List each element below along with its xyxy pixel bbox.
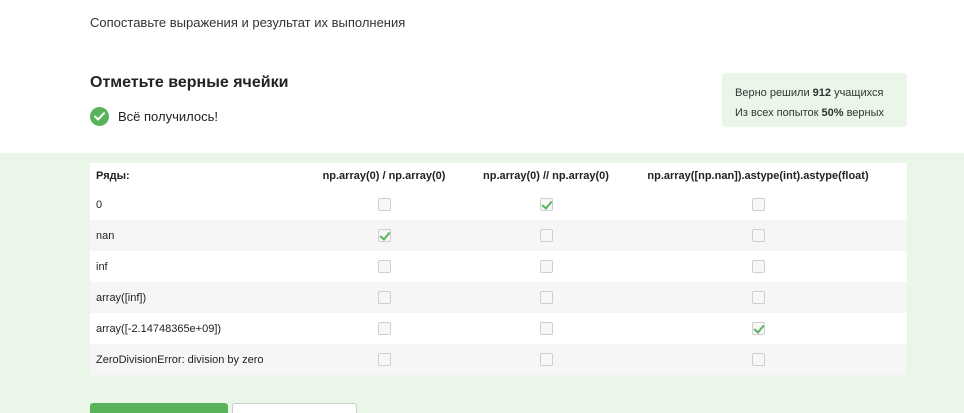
- row-label: array([-2.14748365e+09]): [96, 322, 222, 335]
- question-title: Отметьте верные ячейки: [90, 74, 289, 91]
- rows-header: Ряды:: [96, 170, 130, 182]
- checkmark-circle-icon: [90, 107, 109, 126]
- column-header: np.array([np.nan]).astype(int).astype(fl…: [647, 170, 869, 182]
- matrix-cell: [285, 251, 483, 282]
- matrix-cell: [609, 251, 907, 282]
- checkbox[interactable]: [751, 291, 765, 304]
- matrix-cell: [483, 220, 609, 251]
- matrix-cell: [483, 313, 609, 344]
- matrix-cell: [285, 313, 483, 344]
- checked-checkbox[interactable]: [539, 198, 553, 211]
- solved-suffix: учащихся: [831, 87, 884, 99]
- attempts-suffix: верных: [843, 107, 885, 119]
- matrix-cell: [609, 282, 907, 313]
- matrix-cell: [285, 220, 483, 251]
- stats-panel: Верно решили 912 учащихся Из всех попыто…: [722, 73, 907, 127]
- submit-button[interactable]: [90, 403, 228, 413]
- attempts-percent: 50%: [821, 107, 844, 119]
- matrix-cell: [483, 282, 609, 313]
- row-label: ZeroDivisionError: division by zero: [90, 344, 285, 375]
- matrix-cell: [285, 282, 483, 313]
- matrix-cell: [609, 344, 907, 375]
- checkbox[interactable]: [377, 198, 391, 211]
- checkbox[interactable]: [539, 260, 553, 273]
- checkbox[interactable]: [539, 291, 553, 304]
- checked-checkbox[interactable]: [751, 322, 765, 335]
- column-header: np.array(0) // np.array(0): [483, 170, 609, 182]
- matching-table: Ряды: np.array(0) / np.array(0) np.array…: [90, 163, 907, 375]
- checkbox[interactable]: [751, 353, 765, 366]
- matrix-cell: [609, 220, 907, 251]
- matrix-cell: [483, 344, 609, 375]
- row-label: inf: [96, 260, 108, 273]
- checkbox[interactable]: [377, 322, 391, 335]
- secondary-button[interactable]: [232, 403, 357, 413]
- status-text: Всё получилось!: [118, 109, 218, 124]
- matrix-cell: [483, 251, 609, 282]
- checkbox[interactable]: [377, 291, 391, 304]
- table-row: array([-2.14748365e+09]): [90, 313, 907, 344]
- checkbox[interactable]: [539, 322, 553, 335]
- table-header-row: Ряды: np.array(0) / np.array(0) np.array…: [90, 163, 907, 189]
- table-row: inf: [90, 251, 907, 282]
- task-instruction: Сопоставьте выражения и результат их вып…: [90, 15, 406, 30]
- column-header: np.array(0) / np.array(0): [322, 170, 446, 182]
- table-row: array([inf]): [90, 282, 907, 313]
- checkbox[interactable]: [377, 353, 391, 366]
- checkbox[interactable]: [751, 260, 765, 273]
- matrix-cell: [609, 189, 907, 220]
- solved-stat: Верно решили 912 учащихся: [735, 83, 907, 103]
- table-row: nan: [90, 220, 907, 251]
- checkbox[interactable]: [377, 260, 391, 273]
- checkbox[interactable]: [539, 229, 553, 242]
- matrix-cell: [609, 313, 907, 344]
- row-label: 0: [96, 198, 103, 211]
- table-row: ZeroDivisionError: division by zero: [90, 344, 907, 375]
- row-label: nan: [90, 220, 285, 251]
- solved-count: 912: [812, 87, 832, 99]
- matrix-cell: [483, 189, 609, 220]
- matrix-cell: [285, 344, 483, 375]
- table-row: 0: [90, 189, 907, 220]
- row-label: array([inf]): [90, 282, 285, 313]
- matrix-cell: [285, 189, 483, 220]
- checkbox[interactable]: [751, 229, 765, 242]
- solved-prefix: Верно решили: [735, 87, 813, 99]
- attempts-stat: Из всех попыток 50% верных: [735, 103, 907, 123]
- checkbox[interactable]: [539, 353, 553, 366]
- attempts-prefix: Из всех попыток: [735, 107, 822, 119]
- checkbox[interactable]: [751, 198, 765, 211]
- result-status: Всё получилось!: [90, 107, 218, 126]
- checked-checkbox[interactable]: [377, 229, 391, 242]
